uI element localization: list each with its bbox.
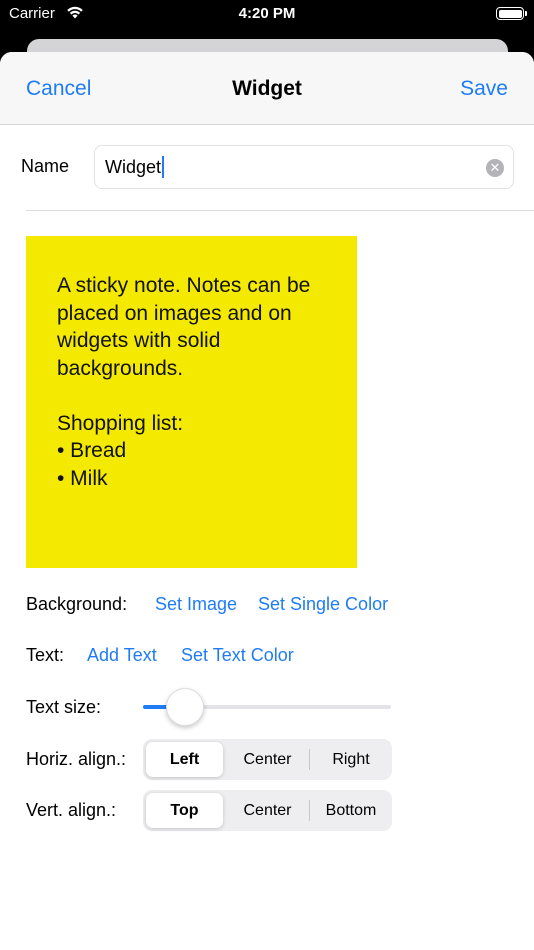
divider [26,210,534,211]
name-label: Name [21,156,70,176]
sticky-list-item: • Milk [57,466,108,490]
sticky-paragraph: A sticky note. Notes can be placed on im… [57,274,311,380]
sticky-list-item: • Bread [57,439,127,462]
vert-align-bottom[interactable]: Bottom [310,790,392,831]
horiz-align-left[interactable]: Left [146,742,223,777]
widget-sheet: Cancel Widget Save Name Widget ✕ A stick… [0,52,534,950]
save-button[interactable]: Save [460,77,508,101]
horiz-align-label: Horiz. align.: [26,749,127,769]
horiz-align-control[interactable]: Left Center Right [143,739,392,780]
slider-thumb[interactable] [166,688,205,726]
sticky-note-text: A sticky note. Notes can be placed on im… [57,272,347,492]
clock: 4:20 PM [238,5,296,22]
text-size-slider[interactable] [143,688,391,726]
horiz-align-right[interactable]: Right [310,739,392,780]
vert-align-label: Vert. align.: [26,800,117,820]
set-text-color-button[interactable]: Set Text Color [181,645,294,666]
page-title: Widget [232,77,302,100]
clear-icon[interactable]: ✕ [486,159,504,177]
sticky-list-title: Shopping list: [57,411,184,435]
vert-align-control[interactable]: Top Center Bottom [143,790,392,831]
status-bar: Carrier 4:20 PM [0,0,534,30]
background-label: Background: [26,594,128,614]
horiz-align-center[interactable]: Center [226,739,309,780]
text-cursor [162,155,165,178]
text-size-label: Text size: [26,697,102,717]
sticky-note-preview: A sticky note. Notes can be placed on im… [26,236,357,568]
vert-align-center[interactable]: Center [226,790,309,831]
battery-icon [496,7,527,20]
set-image-button[interactable]: Set Image [155,594,237,615]
text-label: Text: [26,645,65,665]
add-text-button[interactable]: Add Text [87,645,157,666]
set-single-color-button[interactable]: Set Single Color [258,594,388,615]
vert-align-top[interactable]: Top [146,793,223,828]
name-input[interactable]: Widget ✕ [94,145,514,189]
name-input-value: Widget [105,157,162,177]
navigation-bar: Cancel Widget Save [0,52,534,125]
